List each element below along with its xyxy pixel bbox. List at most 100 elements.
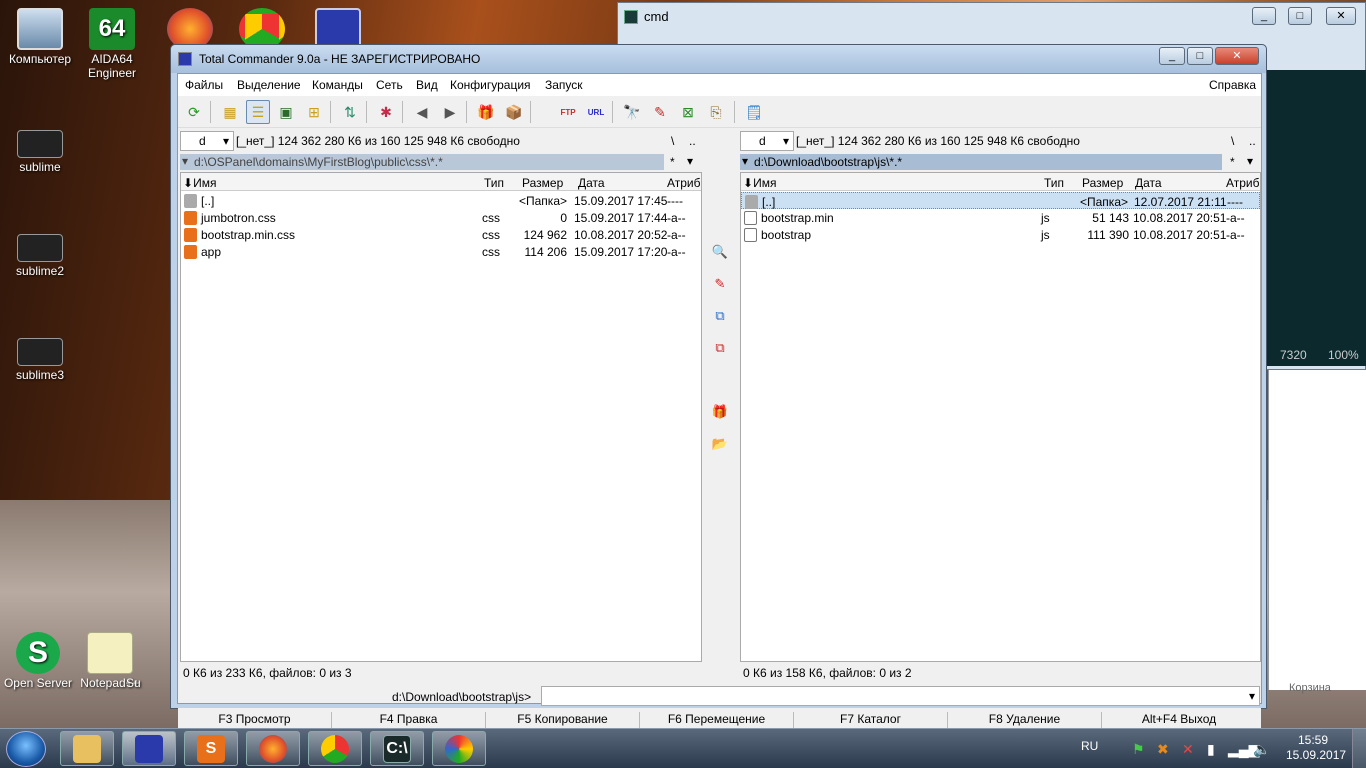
unpack-archive-icon[interactable]: 📦 <box>502 100 526 124</box>
copy-names-icon[interactable]: ⎘ <box>704 100 728 124</box>
left-col-type[interactable]: Тип <box>484 176 504 190</box>
url-connect-icon[interactable]: URL <box>584 100 608 124</box>
copy-file-icon[interactable]: ⧉ <box>710 306 730 326</box>
forward-arrow-icon[interactable]: ▶ <box>438 100 462 124</box>
f8-delete-button[interactable]: F8 Удаление <box>948 712 1102 728</box>
sync-compare-icon[interactable]: ⊠ <box>676 100 700 124</box>
menu-start[interactable]: Запуск <box>545 78 583 92</box>
clock[interactable]: 15:59 15.09.2017 <box>1286 733 1346 763</box>
table-row[interactable]: app css 114 206 15.09.2017 17:20 -a-- <box>181 243 701 260</box>
right-up-button[interactable]: .. <box>1249 134 1256 148</box>
table-row[interactable]: bootstrap.min.css css 124 962 10.08.2017… <box>181 226 701 243</box>
right-col-attr[interactable]: Атриб <box>1226 176 1260 190</box>
show-desktop-button[interactable] <box>1352 729 1366 768</box>
taskbar-explorer[interactable] <box>60 731 114 766</box>
chevron-down-icon[interactable]: ▾ <box>1249 689 1255 703</box>
right-file-panel[interactable]: ⬇Имя Тип Размер Дата Атриб [..] <Папка> … <box>740 172 1261 662</box>
tree-view-icon[interactable]: ⊞ <box>302 100 326 124</box>
left-filter-chevron-icon[interactable]: ▾ <box>687 154 693 168</box>
menu-help[interactable]: Справка <box>1209 78 1256 92</box>
table-row[interactable]: bootstrap.min js 51 143 10.08.2017 20:51… <box>741 209 1260 226</box>
right-col-name[interactable]: ⬇Имя <box>743 176 776 190</box>
f7-mkdir-button[interactable]: F7 Каталог <box>794 712 948 728</box>
table-row[interactable]: jumbotron.css css 0 15.09.2017 17:44 -a-… <box>181 209 701 226</box>
left-filter[interactable]: * <box>670 155 675 169</box>
menu-view[interactable]: Вид <box>416 78 438 92</box>
right-path-bar[interactable]: ▾ d:\Download\bootstrap\js\*.* <box>740 154 1222 170</box>
find-files-icon[interactable]: 🔭 <box>620 100 644 124</box>
multi-rename-icon[interactable]: ✎ <box>648 100 672 124</box>
desktop-icon-sublime-partial[interactable]: Su <box>126 632 166 690</box>
left-path-bar[interactable]: ▾ d:\OSPanel\domains\MyFirstBlog\public\… <box>180 154 664 170</box>
pack-archive-icon[interactable]: 🎁 <box>474 100 498 124</box>
menu-network[interactable]: Сеть <box>376 78 403 92</box>
desktop-icon-computer[interactable]: Компьютер <box>0 8 80 66</box>
battery-icon[interactable]: ▮ <box>1207 741 1215 758</box>
right-filter-chevron-icon[interactable]: ▾ <box>1247 154 1253 168</box>
taskbar-total-commander[interactable] <box>122 731 176 766</box>
language-indicator[interactable]: RU <box>1081 739 1098 753</box>
cmd-maximize-button[interactable]: □ <box>1288 7 1312 25</box>
edit-file-icon[interactable]: ✎ <box>710 274 730 294</box>
cmd-close-button[interactable]: ✕ <box>1326 7 1356 25</box>
network-warning-icon[interactable]: ✕ <box>1182 741 1194 758</box>
left-col-date[interactable]: Дата <box>578 176 605 190</box>
notepad-icon[interactable]: 🗒 <box>742 100 766 124</box>
volume-icon[interactable]: 🔈 <box>1253 741 1270 758</box>
tc-close-button[interactable]: ✕ <box>1215 47 1259 65</box>
desktop-icon-sublime3[interactable]: sublime3 <box>0 338 80 382</box>
thumbnails-icon[interactable]: ▣ <box>274 100 298 124</box>
f5-copy-button[interactable]: F5 Копирование <box>486 712 640 728</box>
taskbar-chrome[interactable] <box>308 731 362 766</box>
left-col-name[interactable]: ⬇Имя <box>183 176 216 190</box>
desktop-icon-sublime2[interactable]: sublime2 <box>0 234 80 278</box>
select-files-icon[interactable]: ✱ <box>374 100 398 124</box>
taskbar-sublime[interactable]: S <box>184 731 238 766</box>
menu-configuration[interactable]: Конфигурация <box>450 78 531 92</box>
left-drive-select[interactable]: d ▾ <box>180 131 234 151</box>
taskbar-paint[interactable] <box>432 731 486 766</box>
right-drive-select[interactable]: d ▾ <box>740 131 794 151</box>
right-col-type[interactable]: Тип <box>1044 176 1064 190</box>
sync-dirs-icon[interactable]: ⇅ <box>338 100 362 124</box>
left-root-button[interactable]: \ <box>671 134 674 148</box>
total-commander-window[interactable]: Total Commander 9.0a - НЕ ЗАРЕГИСТРИРОВА… <box>170 44 1267 732</box>
altf4-exit-button[interactable]: Alt+F4 Выход <box>1102 712 1256 728</box>
left-col-size[interactable]: Размер <box>522 176 563 190</box>
menu-commands[interactable]: Команды <box>312 78 363 92</box>
move-file-icon[interactable]: ⧉ <box>710 338 730 358</box>
ftp-connect-icon[interactable]: FTP <box>556 100 580 124</box>
right-col-date[interactable]: Дата <box>1135 176 1162 190</box>
tools-icon[interactable]: ✖ <box>1157 741 1169 758</box>
full-view-icon[interactable]: ☰ <box>246 100 270 124</box>
right-root-button[interactable]: \ <box>1231 134 1234 148</box>
taskbar-cmd[interactable]: C:\ <box>370 731 424 766</box>
table-row[interactable]: [..] <Папка> 15.09.2017 17:45 ---- <box>181 192 701 209</box>
f4-edit-button[interactable]: F4 Правка <box>332 712 486 728</box>
tc-maximize-button[interactable]: □ <box>1187 47 1213 65</box>
right-filter[interactable]: * <box>1230 155 1235 169</box>
cmd-minimize-button[interactable]: _ <box>1252 7 1276 25</box>
menu-selection[interactable]: Выделение <box>237 78 301 92</box>
desktop-icon-open-server[interactable]: S Open Server <box>0 632 78 690</box>
start-button[interactable] <box>6 731 46 767</box>
left-file-panel[interactable]: ⬇Имя Тип Размер Дата Атриб [..] <Папка> … <box>180 172 702 662</box>
back-arrow-icon[interactable]: ◀ <box>410 100 434 124</box>
refresh-icon[interactable]: ⟳ <box>182 100 206 124</box>
pack-files-icon[interactable]: 🎁 <box>710 402 730 422</box>
left-col-attr[interactable]: Атриб <box>667 176 701 190</box>
table-row[interactable]: [..] <Папка> 12.07.2017 21:11 ---- <box>741 192 1260 209</box>
desktop-icon-sublime[interactable]: sublime <box>0 130 80 174</box>
new-folder-icon[interactable]: 📂 <box>710 434 730 454</box>
table-row[interactable]: bootstrap js 111 390 10.08.2017 20:51 -a… <box>741 226 1260 243</box>
right-col-size[interactable]: Размер <box>1082 176 1123 190</box>
view-file-icon[interactable]: 🔍 <box>710 242 730 262</box>
f3-view-button[interactable]: F3 Просмотр <box>178 712 332 728</box>
tc-minimize-button[interactable]: _ <box>1159 47 1185 65</box>
desktop-icon-aida64[interactable]: 64 AIDA64 Engineer <box>72 8 152 80</box>
taskbar-firefox[interactable] <box>246 731 300 766</box>
f6-move-button[interactable]: F6 Перемещение <box>640 712 794 728</box>
flag-icon[interactable]: ⚑ <box>1132 741 1145 758</box>
menu-files[interactable]: Файлы <box>185 78 223 92</box>
command-line-input[interactable]: ▾ <box>541 686 1260 706</box>
